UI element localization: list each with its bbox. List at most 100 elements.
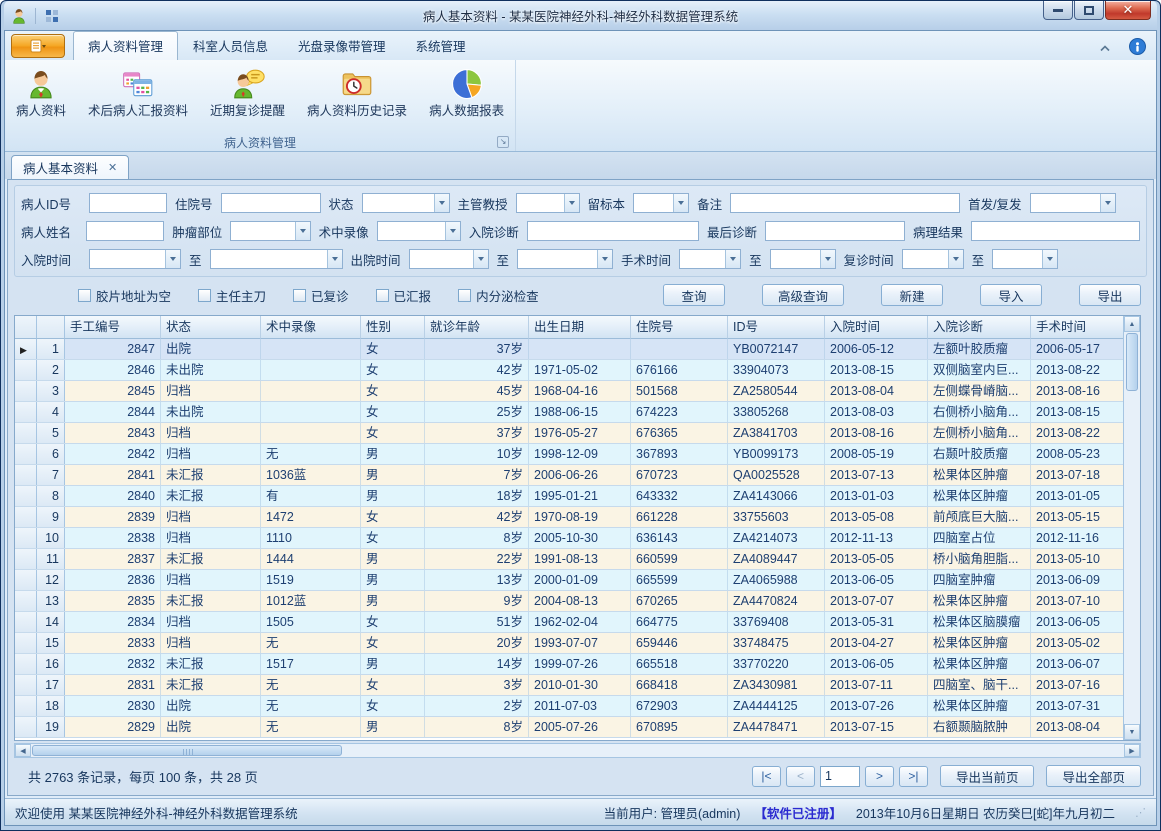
vertical-scrollbar[interactable]: ▲ ▼ [1123,316,1140,740]
filter-input[interactable] [730,193,960,213]
last-page-button[interactable]: >| [899,766,928,787]
chevron-down-icon[interactable] [725,250,740,268]
collapse-ribbon-icon[interactable] [1099,41,1111,55]
ribbon-button-4[interactable]: 病人数据报表 [422,62,511,120]
table-row[interactable]: 192829出院无男8岁2005-07-26670895ZA4478471201… [15,717,1125,738]
column-header-3[interactable]: 性别 [361,316,425,339]
filter-combo[interactable] [679,249,741,269]
software-registered-link[interactable]: 【软件已注册】 [754,803,842,822]
chevron-down-icon[interactable] [295,222,310,240]
filter-combo[interactable] [902,249,964,269]
scroll-up-icon[interactable]: ▲ [1124,316,1140,332]
column-header-4[interactable]: 就诊年龄 [425,316,529,339]
first-page-button[interactable]: |< [752,766,781,787]
checkbox-1[interactable]: 主任主刀 [198,286,266,305]
next-page-button[interactable]: > [865,766,894,787]
filter-combo[interactable] [362,193,450,213]
column-header-8[interactable]: 入院时间 [825,316,928,339]
ribbon-button-0[interactable]: 病人资料 [9,62,73,120]
ribbon-button-3[interactable]: 病人资料历史记录 [300,62,414,120]
filter-combo[interactable] [230,221,310,241]
filter-combo[interactable] [1030,193,1116,213]
chevron-down-icon[interactable] [1100,194,1115,212]
ribbon-button-1[interactable]: 术后病人汇报资料 [81,62,195,120]
table-row[interactable]: 52843归档女37岁1976-05-27676365ZA38417032013… [15,423,1125,444]
document-tab-patient-basic-info[interactable]: 病人基本资料 ✕ [11,155,129,179]
close-button[interactable]: ✕ [1105,1,1151,20]
filter-input[interactable] [527,221,699,241]
column-header-0[interactable]: 手工编号 [65,316,161,339]
filter-combo[interactable] [633,193,689,213]
table-row[interactable]: 32845归档女45岁1968-04-16501568ZA25805442013… [15,381,1125,402]
table-row[interactable]: 112837未汇报1444男22岁1991-08-13660599ZA40894… [15,549,1125,570]
filter-input[interactable] [971,221,1140,241]
filter-combo[interactable] [409,249,489,269]
checkbox-box[interactable] [293,289,306,302]
filter-input[interactable] [86,221,164,241]
filter-input[interactable] [89,193,167,213]
filter-combo[interactable] [516,193,580,213]
scroll-left-icon[interactable]: ◀ [15,744,31,757]
checkbox-box[interactable] [458,289,471,302]
scroll-right-icon[interactable]: ▶ [1124,744,1140,757]
chevron-down-icon[interactable] [564,194,579,212]
checkbox-2[interactable]: 已复诊 [293,286,349,305]
table-row[interactable]: 72841未汇报1036蓝男7岁2006-06-26670723QA002552… [15,465,1125,486]
resize-grip-icon[interactable]: ⋰ [1135,806,1146,819]
table-row[interactable]: ▶12847出院女37岁YB00721472006-05-12左额叶胶质瘤200… [15,339,1125,360]
dialog-launcher-icon[interactable]: ↘ [497,136,509,148]
info-icon[interactable] [1129,38,1146,58]
column-header-10[interactable]: 手术时间 [1031,316,1125,339]
table-row[interactable]: 122836归档1519男13岁2000-01-09665599ZA406598… [15,570,1125,591]
action-button-3[interactable]: 导入 [980,284,1042,306]
chevron-down-icon[interactable] [820,250,835,268]
filter-combo[interactable] [517,249,613,269]
tab-close-icon[interactable]: ✕ [108,161,117,174]
column-header-7[interactable]: ID号 [728,316,825,339]
table-row[interactable]: 42844未出院女25岁1988-06-15674223338052682013… [15,402,1125,423]
filter-combo[interactable] [210,249,343,269]
checkbox-box[interactable] [198,289,211,302]
chevron-down-icon[interactable] [1042,250,1057,268]
chevron-down-icon[interactable] [473,250,488,268]
ribbon-tab-2[interactable]: 光盘录像带管理 [283,31,401,60]
checkbox-box[interactable] [376,289,389,302]
checkbox-3[interactable]: 已汇报 [376,286,432,305]
table-row[interactable]: 22846未出院女42岁1971-05-02676166339040732013… [15,360,1125,381]
action-button-2[interactable]: 新建 [881,284,943,306]
chevron-down-icon[interactable] [445,222,460,240]
column-header-1[interactable]: 状态 [161,316,261,339]
column-header-6[interactable]: 住院号 [631,316,728,339]
table-row[interactable]: 82840未汇报有男18岁1995-01-21643332ZA414306620… [15,486,1125,507]
table-row[interactable]: 132835未汇报1012蓝男9岁2004-08-13670265ZA44708… [15,591,1125,612]
maximize-button[interactable] [1074,1,1104,20]
horizontal-scroll-thumb[interactable] [32,745,342,756]
checkbox-box[interactable] [78,289,91,302]
chevron-down-icon[interactable] [597,250,612,268]
filter-combo[interactable] [89,249,181,269]
table-row[interactable]: 172831未汇报无女3岁2010-01-30668418ZA343098120… [15,675,1125,696]
ribbon-tab-3[interactable]: 系统管理 [401,31,481,60]
ribbon-button-2[interactable]: 近期复诊提醒 [203,62,292,120]
prev-page-button[interactable]: < [786,766,815,787]
filter-combo[interactable] [770,249,836,269]
table-row[interactable]: 182830出院无女2岁2011-07-03672903ZA4444125201… [15,696,1125,717]
chevron-down-icon[interactable] [165,250,180,268]
ribbon-tab-1[interactable]: 科室人员信息 [178,31,283,60]
horizontal-scrollbar[interactable]: ◀ ▶ [14,743,1141,758]
table-row[interactable]: 152833归档无女20岁1993-07-0765944633748475201… [15,633,1125,654]
action-button-1[interactable]: 高级查询 [762,284,844,306]
column-header-2[interactable]: 术中录像 [261,316,361,339]
app-menu-button[interactable] [11,34,65,58]
filter-input[interactable] [765,221,905,241]
chevron-down-icon[interactable] [673,194,688,212]
table-row[interactable]: 62842归档无男10岁1998-12-09367893YB0099173200… [15,444,1125,465]
vertical-scroll-thumb[interactable] [1126,333,1138,391]
ribbon-tab-0[interactable]: 病人资料管理 [73,31,178,60]
action-button-4[interactable]: 导出 [1079,284,1141,306]
column-header-9[interactable]: 入院诊断 [928,316,1031,339]
quick-access-icon[interactable] [42,6,62,26]
table-row[interactable]: 162832未汇报1517男14岁1999-07-266655183377022… [15,654,1125,675]
chevron-down-icon[interactable] [948,250,963,268]
checkbox-4[interactable]: 内分泌检查 [458,286,539,305]
